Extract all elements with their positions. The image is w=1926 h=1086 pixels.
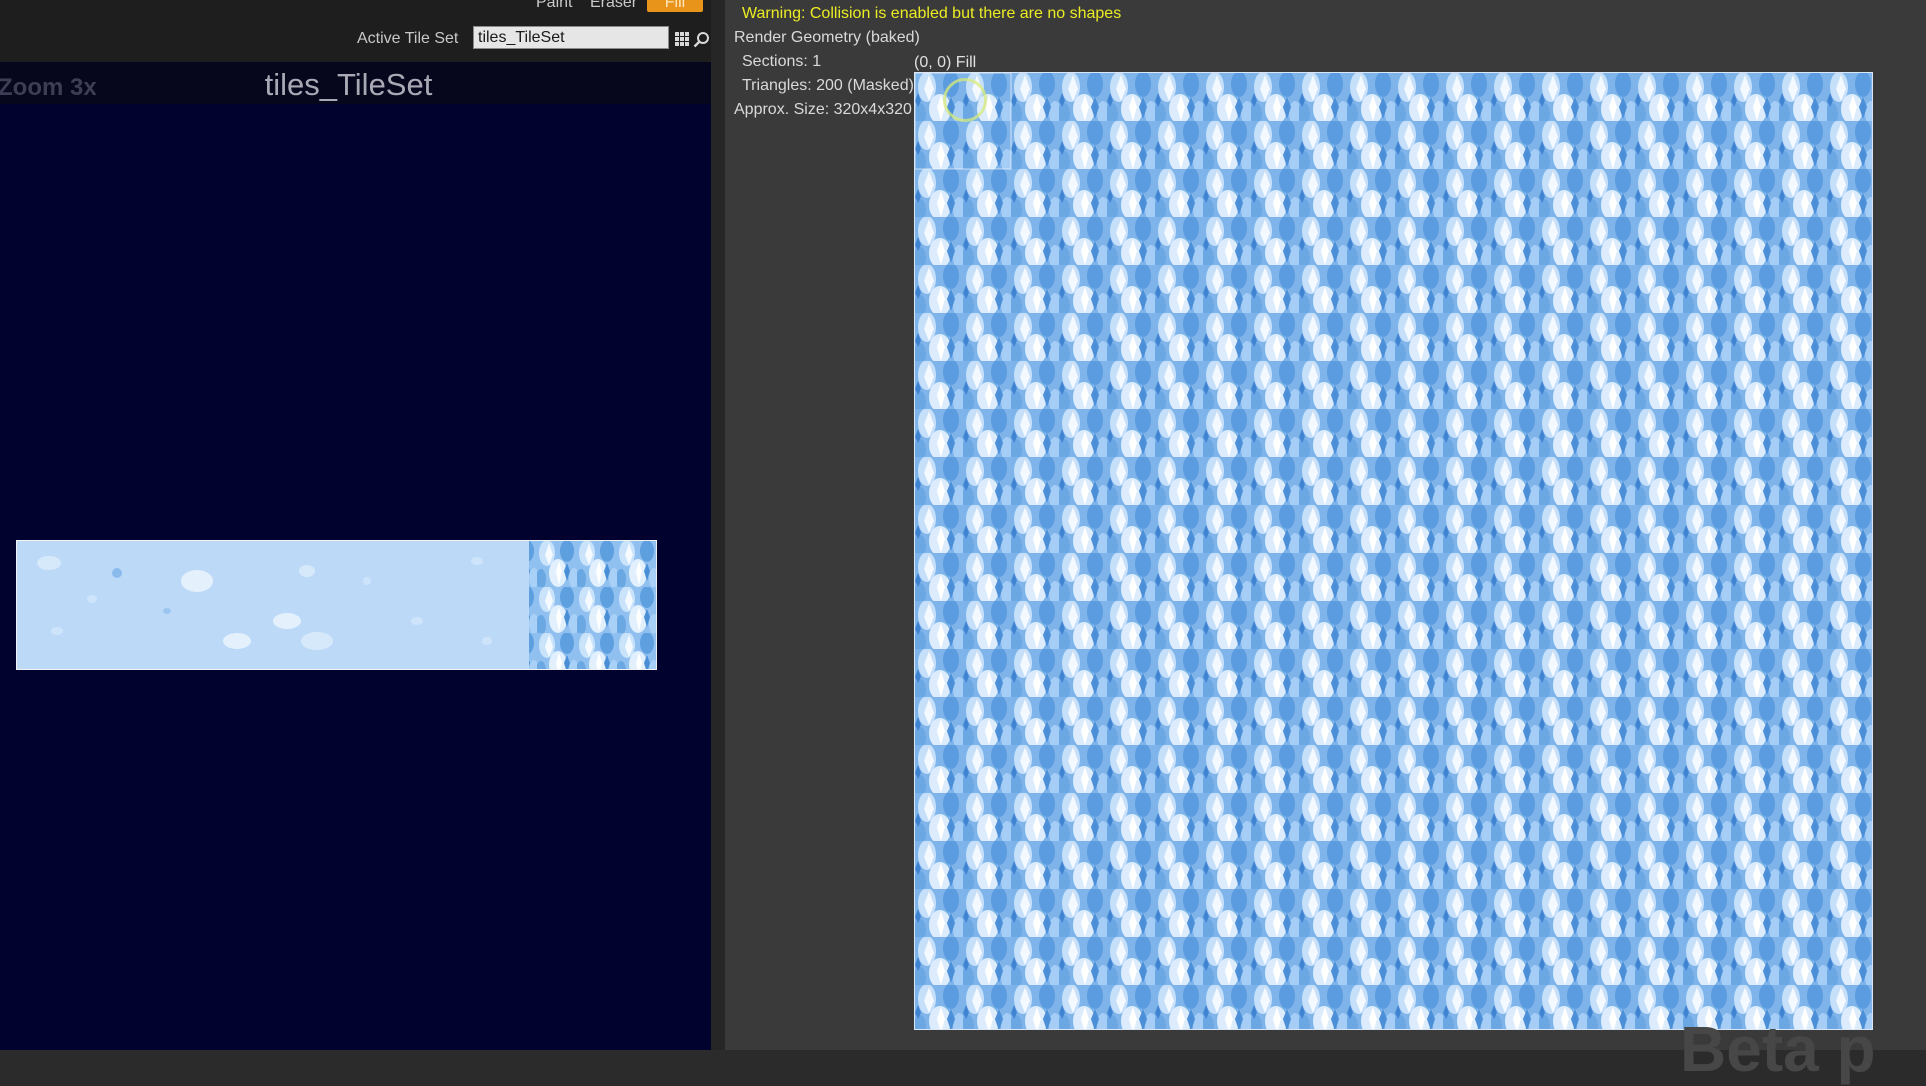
- sections-stat: Sections: 1: [742, 53, 822, 70]
- panel-divider[interactable]: [711, 0, 725, 1050]
- search-icon[interactable]: [693, 31, 710, 48]
- tileset-panel: Paint Eraser Fill Active Tile Set Zoom 3…: [0, 0, 713, 1050]
- paint-tool-bar: Paint Eraser Fill: [0, 0, 713, 14]
- render-geometry-stat: Render Geometry (baked): [734, 29, 920, 46]
- approx-size-stat: Approx. Size: 320x4x320: [734, 101, 912, 118]
- triangles-stat: Triangles: 200 (Masked): [742, 77, 914, 94]
- eraser-tool-button[interactable]: Eraser: [590, 0, 637, 12]
- beta-watermark: Beta p: [1680, 1013, 1876, 1085]
- tileset-viewport[interactable]: [0, 104, 711, 1050]
- tile-cursor-info: (0, 0) Fill: [914, 54, 977, 71]
- tileset-viewport-header: Zoom 3x tiles_TileSet: [0, 62, 711, 104]
- active-tileset-field[interactable]: [473, 26, 669, 49]
- tilemap-texture: [915, 73, 1872, 1029]
- active-tileset-label: Active Tile Set: [357, 30, 459, 47]
- collision-warning: Warning: Collision is enabled but there …: [742, 5, 1122, 22]
- tileset-texture-image: [17, 541, 656, 669]
- mouse-cursor-highlight: [943, 78, 987, 122]
- tilemap-viewport[interactable]: Warning: Collision is enabled but there …: [725, 0, 1926, 1085]
- tileset-viewport-title: tiles_TileSet: [264, 67, 433, 102]
- active-tileset-row: Active Tile Set: [0, 24, 713, 54]
- paint-tool-button[interactable]: Paint: [536, 0, 572, 12]
- tileset-texture[interactable]: [16, 540, 657, 670]
- tilemap-canvas[interactable]: [914, 72, 1873, 1030]
- grid-icon[interactable]: [675, 32, 689, 46]
- fill-tool-button[interactable]: Fill: [647, 0, 703, 12]
